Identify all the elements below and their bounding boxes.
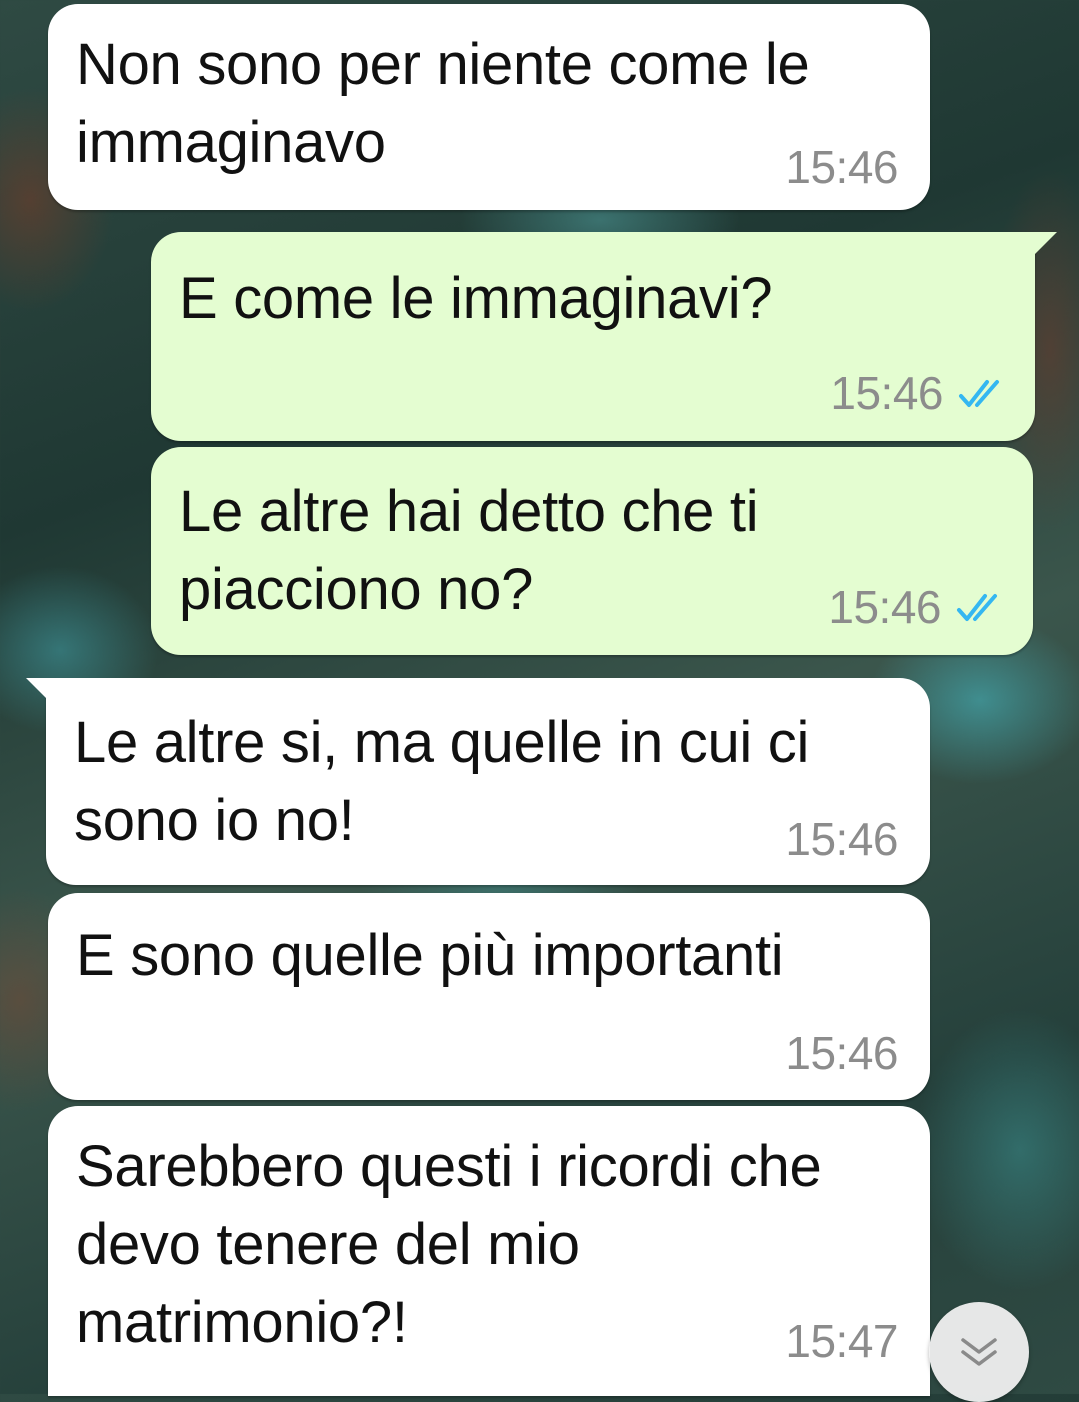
message-time: 15:46 — [828, 581, 941, 633]
message-text: Le altre si, ma quelle in cui ci sono io… — [74, 710, 810, 853]
message-text: E sono quelle più importanti — [76, 923, 784, 988]
message-time: 15:46 — [830, 367, 943, 419]
bubble-tail — [1031, 232, 1057, 258]
message-time: 15:47 — [785, 1315, 898, 1367]
message-time: 15:46 — [785, 141, 898, 193]
message-text: E come le immaginavi? — [179, 266, 773, 331]
chat-message-list[interactable]: Non sono per niente come le immaginavo 1… — [0, 0, 1079, 1396]
message-bubble-incoming[interactable]: Le altre si, ma quelle in cui ci sono io… — [26, 678, 930, 885]
scroll-to-bottom-button[interactable] — [929, 1302, 1029, 1402]
message-bubble-incoming[interactable]: Non sono per niente come le immaginavo 1… — [48, 4, 930, 210]
message-text: Non sono per niente come le immaginavo — [76, 32, 810, 175]
message-bubble-outgoing[interactable]: Le altre hai detto che ti piacciono no? … — [151, 447, 1033, 655]
bubble-tail — [26, 678, 52, 704]
message-bubble-incoming[interactable]: E sono quelle più importanti 15:46 — [48, 893, 930, 1100]
double-check-icon — [959, 380, 999, 407]
message-bubble-incoming[interactable]: Sarebbero questi i ricordi che devo tene… — [48, 1106, 930, 1396]
message-time: 15:46 — [785, 813, 898, 865]
message-time: 15:46 — [785, 1027, 898, 1079]
chevron-double-down-icon — [961, 1338, 997, 1366]
double-check-icon — [957, 594, 997, 621]
message-bubble-outgoing[interactable]: E come le immaginavi? 15:46 — [151, 232, 1057, 441]
message-text: Sarebbero questi i ricordi che devo tene… — [76, 1134, 822, 1355]
